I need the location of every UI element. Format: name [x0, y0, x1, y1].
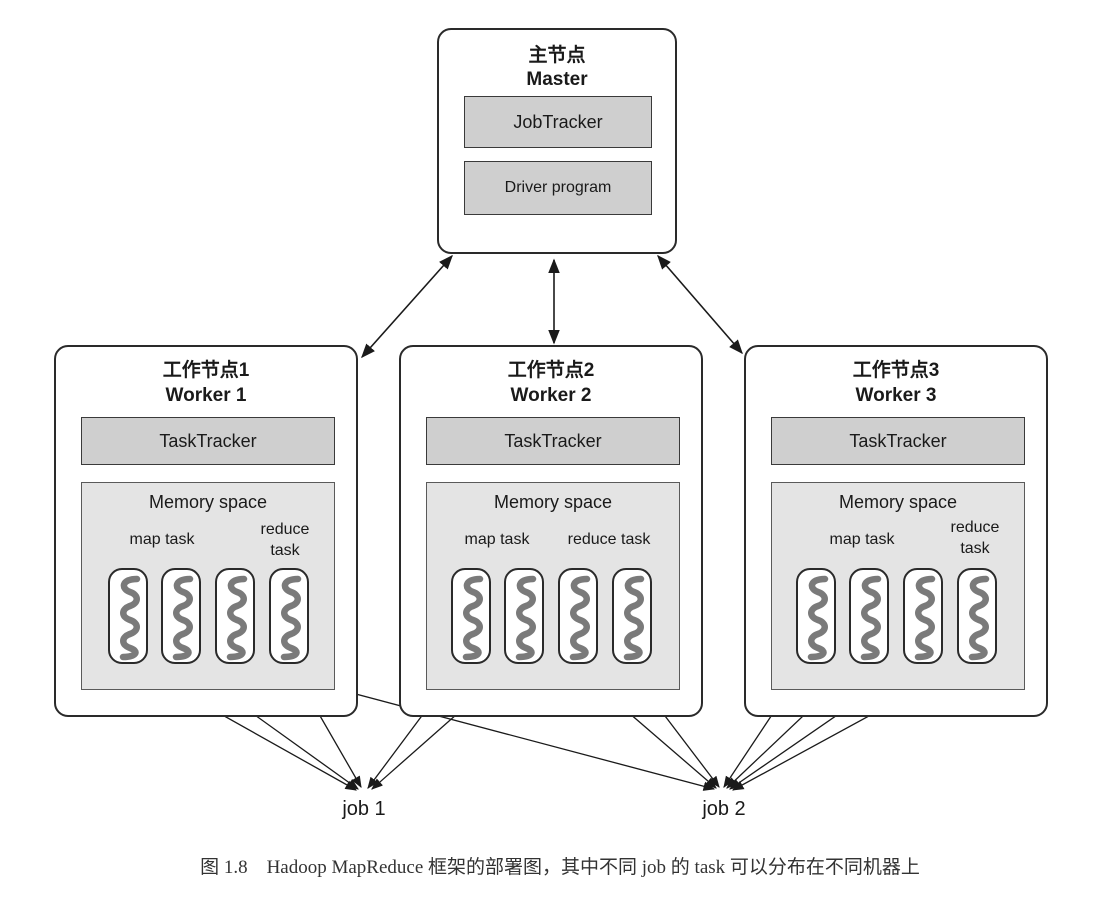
thread-squiggle-icon	[280, 575, 302, 661]
worker-title-en: Worker 1	[165, 385, 247, 406]
job-tracker-label: JobTracker	[513, 111, 603, 132]
map-task-label: map task	[829, 531, 895, 548]
thread-squiggle-icon	[968, 575, 990, 661]
master-title-cn: 主节点	[528, 45, 586, 66]
master-worker1-arrow	[361, 254, 453, 359]
job-tracker-box: JobTracker	[464, 96, 652, 148]
task-tracker-box: TaskTracker	[81, 417, 335, 465]
thread-squiggle-icon	[172, 575, 194, 661]
task-thread	[504, 568, 544, 664]
task-thread	[612, 568, 652, 664]
map-task-label: map task	[129, 531, 195, 548]
task-tracker-box: TaskTracker	[771, 417, 1025, 465]
thread-squiggle-icon	[623, 575, 645, 661]
task-thread	[796, 568, 836, 664]
worker-title-en: Worker 2	[510, 385, 592, 406]
memory-space-label: Memory space	[493, 492, 613, 512]
reduce-task-label: reduce task	[950, 519, 1000, 557]
memory-space-label: Memory space	[838, 492, 958, 512]
reduce-task-label: reduce task	[260, 521, 310, 559]
reduce-task-label: reduce task	[567, 531, 651, 548]
task-thread	[451, 568, 491, 664]
task-tracker-box: TaskTracker	[426, 417, 680, 465]
task-thread	[108, 568, 148, 664]
job-2-label: job 2	[702, 798, 746, 820]
thread-squiggle-icon	[860, 575, 882, 661]
worker-title-cn: 工作节点2	[507, 360, 595, 381]
task-tracker-label: TaskTracker	[159, 430, 257, 451]
task-thread	[903, 568, 943, 664]
task-thread	[957, 568, 997, 664]
thread-squiggle-icon	[569, 575, 591, 661]
task-thread	[215, 568, 255, 664]
thread-squiggle-icon	[226, 575, 248, 661]
task-thread	[269, 568, 309, 664]
worker-title-cn: 工作节点3	[852, 360, 940, 381]
master-node: 主节点 Master JobTracker Driver program	[437, 28, 677, 254]
figure-caption: 图 1.8 Hadoop MapReduce 框架的部署图，其中不同 job 的…	[200, 857, 920, 878]
task-thread	[161, 568, 201, 664]
worker-node-1: 工作节点1 Worker 1 TaskTracker Memory space …	[54, 345, 358, 717]
job-1-label: job 1	[342, 798, 386, 820]
thread-squiggle-icon	[914, 575, 936, 661]
master-title-en: Master	[526, 69, 588, 90]
thread-squiggle-icon	[119, 575, 141, 661]
thread-squiggle-icon	[462, 575, 484, 661]
worker-title-en: Worker 3	[855, 385, 937, 406]
task-thread	[849, 568, 889, 664]
worker-node-2: 工作节点2 Worker 2 TaskTracker Memory space …	[399, 345, 703, 717]
master-worker3-arrow	[657, 254, 743, 355]
task-thread	[558, 568, 598, 664]
task-tracker-label: TaskTracker	[849, 430, 947, 451]
thread-squiggle-icon	[807, 575, 829, 661]
worker-title-cn: 工作节点1	[162, 360, 250, 381]
driver-program-label: Driver program	[504, 179, 612, 196]
memory-space-label: Memory space	[148, 492, 268, 512]
map-task-label: map task	[464, 531, 530, 548]
task-tracker-label: TaskTracker	[504, 430, 602, 451]
driver-program-box: Driver program	[464, 161, 652, 215]
thread-squiggle-icon	[515, 575, 537, 661]
worker-node-3: 工作节点3 Worker 3 TaskTracker Memory space …	[744, 345, 1048, 717]
